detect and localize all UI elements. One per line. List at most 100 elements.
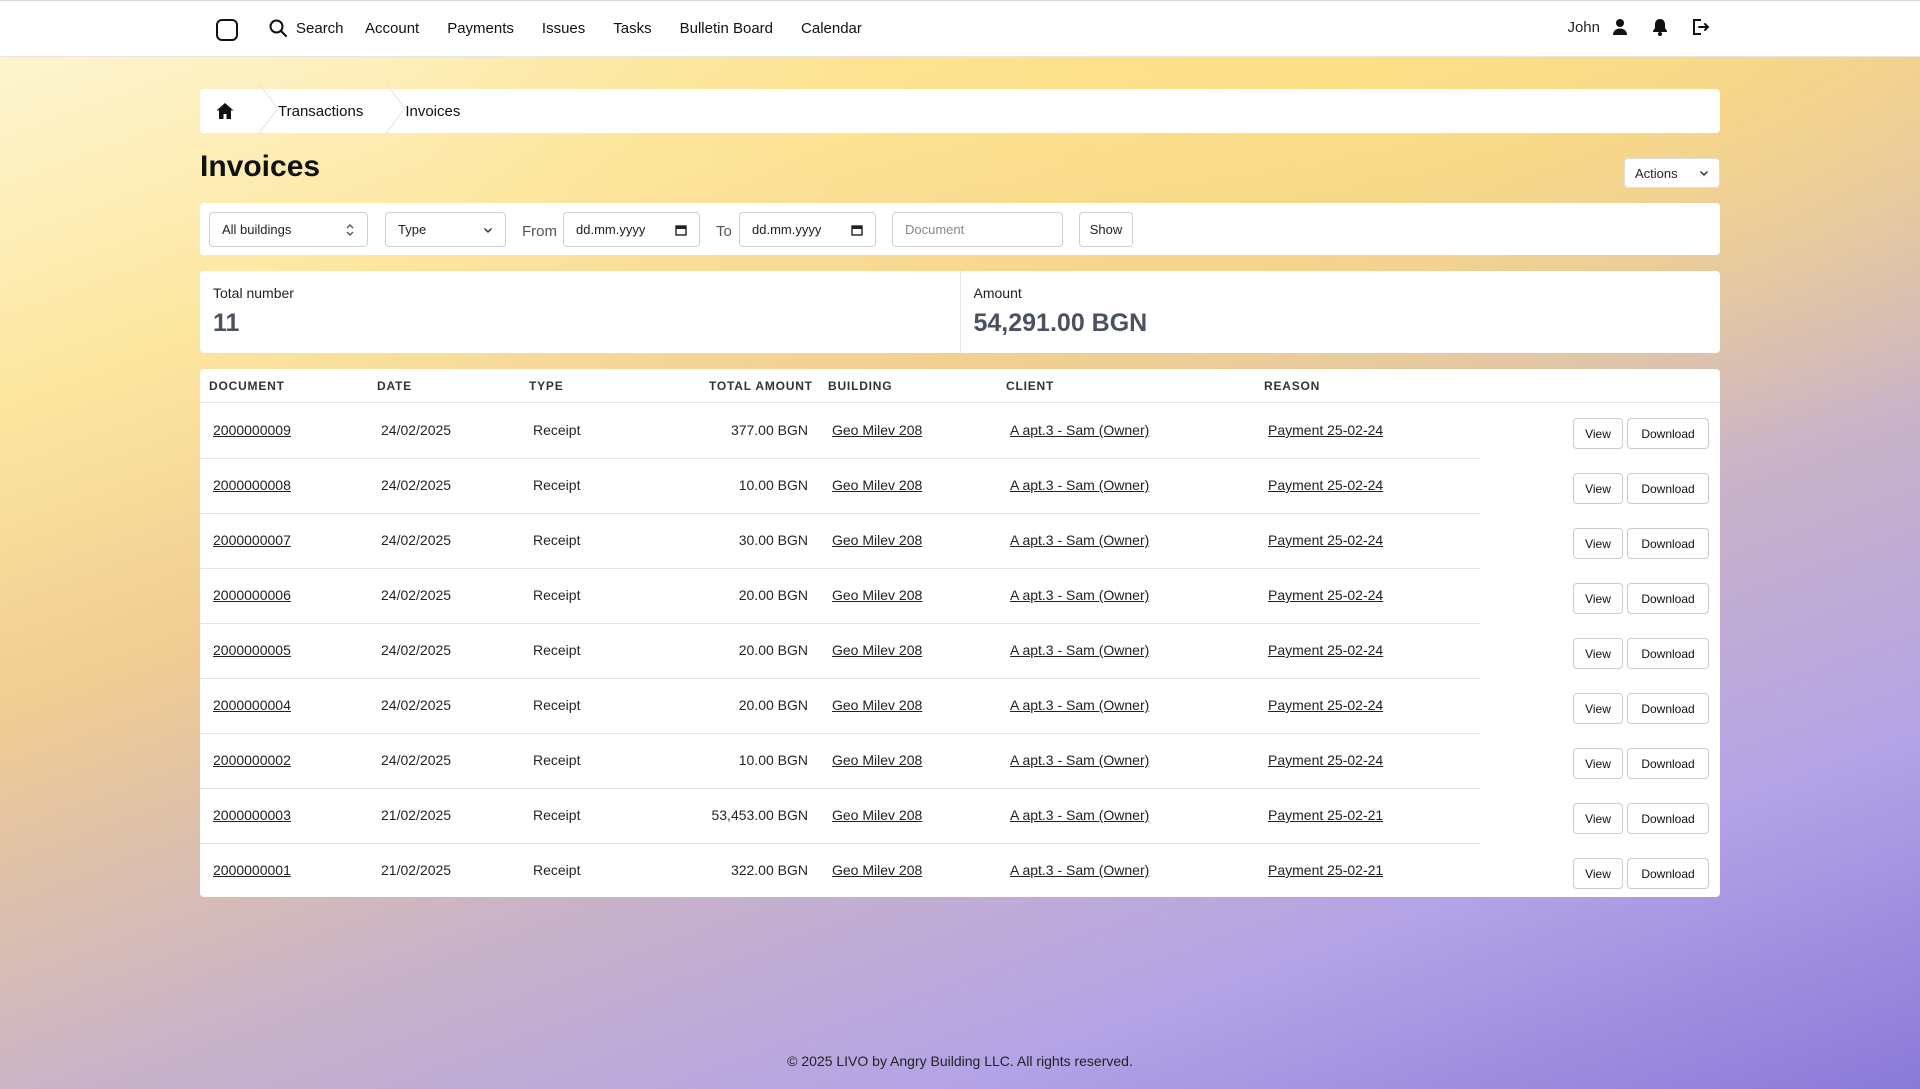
from-label: From: [522, 223, 557, 240]
view-button[interactable]: View: [1573, 638, 1623, 669]
type-cell: Receipt: [533, 862, 581, 878]
view-button[interactable]: View: [1573, 803, 1623, 834]
download-button[interactable]: Download: [1627, 583, 1709, 614]
user-name[interactable]: John: [1567, 19, 1600, 36]
reason-link[interactable]: Payment 25-02-24: [1268, 587, 1383, 603]
building-link[interactable]: Geo Milev 208: [832, 642, 922, 658]
amount-cell: 53,453.00 BGN: [711, 807, 808, 823]
document-link[interactable]: 2000000009: [213, 422, 291, 438]
reason-link[interactable]: Payment 25-02-24: [1268, 422, 1383, 438]
building-link[interactable]: Geo Milev 208: [832, 697, 922, 713]
type-cell: Receipt: [533, 532, 581, 548]
type-select[interactable]: Type: [385, 212, 506, 247]
document-link[interactable]: 2000000004: [213, 697, 291, 713]
show-button-label: Show: [1089, 222, 1123, 237]
nav-calendar[interactable]: Calendar: [801, 20, 862, 37]
download-button[interactable]: Download: [1627, 528, 1709, 559]
header-client: CLIENT: [1006, 379, 1055, 393]
table-row: 2000000003 21/02/2025 Receipt 53,453.00 BGN…: [200, 789, 1720, 844]
view-button[interactable]: View: [1573, 693, 1623, 724]
type-cell: Receipt: [533, 807, 581, 823]
reason-link[interactable]: Payment 25-02-24: [1268, 477, 1383, 493]
to-label: To: [716, 223, 732, 240]
reason-link[interactable]: Payment 25-02-24: [1268, 642, 1383, 658]
top-navbar: Search Account Payments Issues Tasks Bul…: [0, 0, 1920, 57]
view-button[interactable]: View: [1573, 858, 1623, 889]
building-link[interactable]: Geo Milev 208: [832, 862, 922, 878]
search-icon: [269, 19, 287, 37]
amount-cell: 377.00 BGN: [730, 422, 808, 438]
total-number-card: Total number 11: [200, 271, 960, 353]
table-row: 2000000005 24/02/2025 Receipt 20.00 BGN Geo …: [200, 624, 1720, 679]
building-link[interactable]: Geo Milev 208: [832, 807, 922, 823]
building-link[interactable]: Geo Milev 208: [832, 532, 922, 548]
client-link[interactable]: A apt.3 - Sam (Owner): [1010, 697, 1149, 713]
document-link[interactable]: 2000000003: [213, 807, 291, 823]
document-input[interactable]: Document: [892, 212, 1063, 247]
download-button[interactable]: Download: [1627, 473, 1709, 504]
header-building: BUILDING: [828, 379, 893, 393]
download-button[interactable]: Download: [1627, 638, 1709, 669]
view-button[interactable]: View: [1573, 528, 1623, 559]
view-button[interactable]: View: [1573, 418, 1623, 449]
document-link[interactable]: 2000000001: [213, 862, 291, 878]
from-date-placeholder: dd.mm.yyyy: [576, 222, 646, 237]
reason-link[interactable]: Payment 25-02-21: [1268, 862, 1383, 878]
amount-cell: 322.00 BGN: [730, 862, 808, 878]
building-link[interactable]: Geo Milev 208: [832, 752, 922, 768]
view-button[interactable]: View: [1573, 748, 1623, 779]
download-button[interactable]: Download: [1627, 748, 1709, 779]
type-cell: Receipt: [533, 697, 581, 713]
nav-issues[interactable]: Issues: [542, 20, 585, 37]
download-button[interactable]: Download: [1627, 858, 1709, 889]
client-link[interactable]: A apt.3 - Sam (Owner): [1010, 642, 1149, 658]
nav-payments[interactable]: Payments: [447, 20, 514, 37]
client-link[interactable]: A apt.3 - Sam (Owner): [1010, 807, 1149, 823]
view-button[interactable]: View: [1573, 473, 1623, 504]
user-icon[interactable]: [1610, 17, 1630, 37]
show-button[interactable]: Show: [1079, 212, 1133, 247]
download-button[interactable]: Download: [1627, 693, 1709, 724]
document-link[interactable]: 2000000002: [213, 752, 291, 768]
to-date-input[interactable]: dd.mm.yyyy: [739, 212, 876, 247]
header-type: TYPE: [529, 379, 564, 393]
document-link[interactable]: 2000000006: [213, 587, 291, 603]
nav-account[interactable]: Account: [365, 20, 419, 37]
download-button[interactable]: Download: [1627, 803, 1709, 834]
building-link[interactable]: Geo Milev 208: [832, 477, 922, 493]
building-link[interactable]: Geo Milev 208: [832, 422, 922, 438]
page-title: Invoices: [200, 150, 321, 183]
nav-tasks[interactable]: Tasks: [613, 20, 651, 37]
breadcrumb-separator: [377, 89, 391, 133]
building-link[interactable]: Geo Milev 208: [832, 587, 922, 603]
breadcrumb-separator: [250, 89, 264, 133]
nav-bulletin-board[interactable]: Bulletin Board: [680, 20, 773, 37]
search-link[interactable]: Search: [268, 18, 344, 38]
document-link[interactable]: 2000000007: [213, 532, 291, 548]
calendar-icon[interactable]: [675, 224, 687, 236]
reason-link[interactable]: Payment 25-02-24: [1268, 697, 1383, 713]
view-button[interactable]: View: [1573, 583, 1623, 614]
from-date-input[interactable]: dd.mm.yyyy: [563, 212, 700, 247]
type-cell: Receipt: [533, 587, 581, 603]
bell-icon[interactable]: [1650, 17, 1670, 37]
reason-link[interactable]: Payment 25-02-21: [1268, 807, 1383, 823]
client-link[interactable]: A apt.3 - Sam (Owner): [1010, 532, 1149, 548]
actions-dropdown[interactable]: Actions: [1624, 158, 1720, 188]
document-link[interactable]: 2000000005: [213, 642, 291, 658]
reason-link[interactable]: Payment 25-02-24: [1268, 752, 1383, 768]
client-link[interactable]: A apt.3 - Sam (Owner): [1010, 477, 1149, 493]
date-cell: 24/02/2025: [381, 532, 452, 548]
breadcrumb-transactions[interactable]: Transactions: [264, 103, 377, 120]
calendar-icon[interactable]: [851, 224, 863, 236]
client-link[interactable]: A apt.3 - Sam (Owner): [1010, 862, 1149, 878]
client-link[interactable]: A apt.3 - Sam (Owner): [1010, 587, 1149, 603]
app-logo-icon[interactable]: [216, 19, 238, 41]
document-link[interactable]: 2000000008: [213, 477, 291, 493]
logout-icon[interactable]: [1690, 17, 1710, 37]
building-select[interactable]: All buildings: [209, 212, 368, 247]
download-button[interactable]: Download: [1627, 418, 1709, 449]
reason-link[interactable]: Payment 25-02-24: [1268, 532, 1383, 548]
client-link[interactable]: A apt.3 - Sam (Owner): [1010, 422, 1149, 438]
client-link[interactable]: A apt.3 - Sam (Owner): [1010, 752, 1149, 768]
